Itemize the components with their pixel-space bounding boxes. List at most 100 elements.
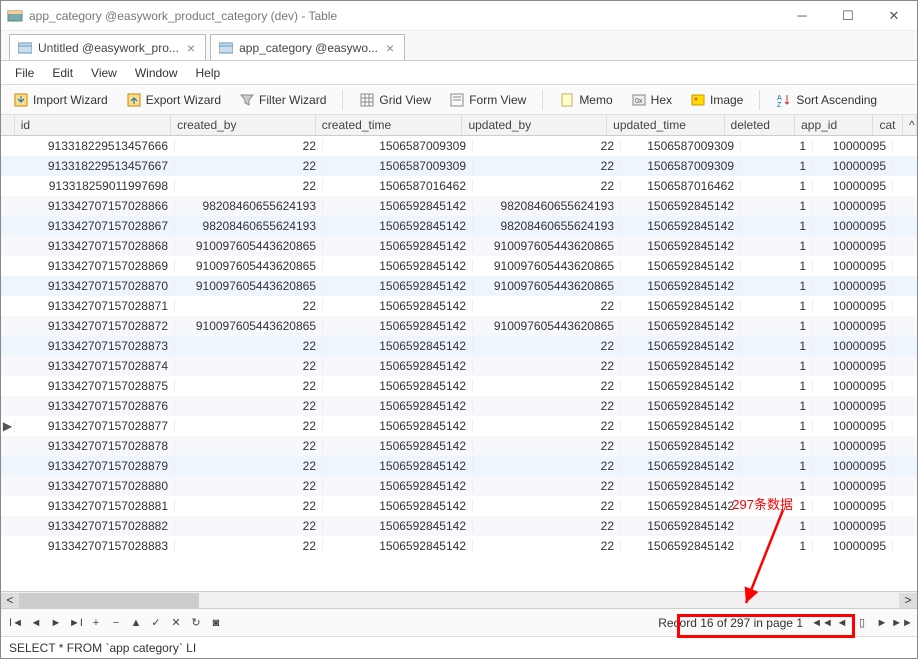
cell-ub[interactable]: 22 bbox=[473, 439, 621, 453]
cell-ub[interactable]: 22 bbox=[473, 499, 621, 513]
table-row[interactable]: 9133427071570288792215065928451422215065… bbox=[1, 456, 917, 476]
cell-del[interactable]: 1 bbox=[741, 179, 813, 193]
cell-ct[interactable]: 1506592845142 bbox=[323, 199, 473, 213]
cell-del[interactable]: 1 bbox=[741, 539, 813, 553]
cell-ub[interactable]: 22 bbox=[473, 459, 621, 473]
cell-cb[interactable]: 910097605443620865 bbox=[175, 279, 323, 293]
cell-del[interactable]: 1 bbox=[741, 139, 813, 153]
cell-ct[interactable]: 1506592845142 bbox=[323, 499, 473, 513]
cell-del[interactable]: 1 bbox=[741, 379, 813, 393]
cell-ct[interactable]: 1506592845142 bbox=[323, 459, 473, 473]
menu-help[interactable]: Help bbox=[188, 64, 229, 82]
cell-del[interactable]: 1 bbox=[741, 459, 813, 473]
cell-id[interactable]: 913342707157028880 bbox=[15, 479, 175, 493]
menu-edit[interactable]: Edit bbox=[44, 64, 81, 82]
cell-id[interactable]: 913342707157028881 bbox=[15, 499, 175, 513]
form-view-button[interactable]: Form View bbox=[443, 89, 532, 111]
cell-cb[interactable]: 22 bbox=[175, 159, 323, 173]
cell-cb[interactable]: 22 bbox=[175, 519, 323, 533]
cell-id[interactable]: 913342707157028870 bbox=[15, 279, 175, 293]
cell-app[interactable]: 10000095 bbox=[813, 439, 893, 453]
table-row[interactable]: 9133182590119976982215065870164622215065… bbox=[1, 176, 917, 196]
cell-ub[interactable]: 22 bbox=[473, 339, 621, 353]
table-row[interactable]: ▶913342707157028877221506592845142221506… bbox=[1, 416, 917, 436]
cell-cb[interactable]: 98208460655624193 bbox=[175, 199, 323, 213]
cell-ut[interactable]: 1506592845142 bbox=[621, 299, 741, 313]
cell-cb[interactable]: 22 bbox=[175, 179, 323, 193]
cell-cb[interactable]: 22 bbox=[175, 399, 323, 413]
cell-id[interactable]: 913342707157028877 bbox=[15, 419, 175, 433]
col-id[interactable]: id bbox=[15, 115, 171, 135]
cell-cb[interactable]: 22 bbox=[175, 419, 323, 433]
cell-ub[interactable]: 22 bbox=[473, 399, 621, 413]
cell-ub[interactable]: 98208460655624193 bbox=[473, 219, 621, 233]
col-updated-by[interactable]: updated_by bbox=[462, 115, 607, 135]
cell-cb[interactable]: 22 bbox=[175, 299, 323, 313]
cell-ut[interactable]: 1506592845142 bbox=[621, 219, 741, 233]
cell-ct[interactable]: 1506587009309 bbox=[323, 139, 473, 153]
scroll-right-icon[interactable]: > bbox=[899, 593, 917, 608]
table-row[interactable]: 9133427071570288732215065928451422215065… bbox=[1, 336, 917, 356]
table-row[interactable]: 9133427071570288782215065928451422215065… bbox=[1, 436, 917, 456]
close-icon[interactable]: × bbox=[185, 40, 197, 56]
cell-app[interactable]: 10000095 bbox=[813, 459, 893, 473]
cell-del[interactable]: 1 bbox=[741, 399, 813, 413]
scroll-left-icon[interactable]: < bbox=[1, 593, 19, 608]
cell-cb[interactable]: 22 bbox=[175, 539, 323, 553]
cell-app[interactable]: 10000095 bbox=[813, 359, 893, 373]
cell-ub[interactable]: 22 bbox=[473, 539, 621, 553]
table-row[interactable]: 9133427071570288729100976054436208651506… bbox=[1, 316, 917, 336]
cell-app[interactable]: 10000095 bbox=[813, 159, 893, 173]
cell-cb[interactable]: 22 bbox=[175, 339, 323, 353]
cell-ct[interactable]: 1506592845142 bbox=[323, 439, 473, 453]
nav-refresh-icon[interactable]: ↻ bbox=[187, 614, 205, 632]
cell-id[interactable]: 913318229513457666 bbox=[15, 139, 175, 153]
cell-app[interactable]: 10000095 bbox=[813, 239, 893, 253]
cell-cb[interactable]: 910097605443620865 bbox=[175, 319, 323, 333]
cell-cb[interactable]: 22 bbox=[175, 439, 323, 453]
cell-cb[interactable]: 98208460655624193 bbox=[175, 219, 323, 233]
tab-app-category[interactable]: app_category @easywo... × bbox=[210, 34, 405, 60]
cell-ut[interactable]: 1506592845142 bbox=[621, 459, 741, 473]
cell-del[interactable]: 1 bbox=[741, 219, 813, 233]
filter-wizard-button[interactable]: Filter Wizard bbox=[233, 89, 332, 111]
table-row[interactable]: 9133427071570288699100976054436208651506… bbox=[1, 256, 917, 276]
page-last-icon[interactable]: ►► bbox=[893, 614, 911, 632]
image-button[interactable]: Image bbox=[684, 89, 749, 111]
cell-id[interactable]: 913342707157028878 bbox=[15, 439, 175, 453]
col-updated-time[interactable]: updated_time bbox=[607, 115, 724, 135]
nav-edit-icon[interactable]: ▲ bbox=[127, 614, 145, 632]
export-wizard-button[interactable]: Export Wizard bbox=[120, 89, 227, 111]
table-row[interactable]: 9133427071570288709100976054436208651506… bbox=[1, 276, 917, 296]
cell-cb[interactable]: 22 bbox=[175, 139, 323, 153]
cell-ub[interactable]: 22 bbox=[473, 519, 621, 533]
cell-id[interactable]: 913342707157028871 bbox=[15, 299, 175, 313]
cell-app[interactable]: 10000095 bbox=[813, 419, 893, 433]
cell-ut[interactable]: 1506592845142 bbox=[621, 519, 741, 533]
page-input[interactable]: ▯ bbox=[853, 614, 871, 632]
cell-app[interactable]: 10000095 bbox=[813, 379, 893, 393]
cell-id[interactable]: 913342707157028869 bbox=[15, 259, 175, 273]
table-row[interactable]: 9133427071570288752215065928451422215065… bbox=[1, 376, 917, 396]
cell-ub[interactable]: 910097605443620865 bbox=[473, 239, 621, 253]
cell-ct[interactable]: 1506592845142 bbox=[323, 219, 473, 233]
close-icon[interactable]: × bbox=[384, 40, 396, 56]
grid-view-button[interactable]: Grid View bbox=[353, 89, 437, 111]
cell-app[interactable]: 10000095 bbox=[813, 299, 893, 313]
table-row[interactable]: 9133427071570288822215065928451422215065… bbox=[1, 516, 917, 536]
cell-ub[interactable]: 22 bbox=[473, 359, 621, 373]
cell-id[interactable]: 913342707157028866 bbox=[15, 199, 175, 213]
cell-app[interactable]: 10000095 bbox=[813, 279, 893, 293]
cell-app[interactable]: 10000095 bbox=[813, 319, 893, 333]
cell-ut[interactable]: 1506592845142 bbox=[621, 439, 741, 453]
cell-ub[interactable]: 910097605443620865 bbox=[473, 259, 621, 273]
scroll-thumb[interactable] bbox=[19, 593, 199, 608]
cell-id[interactable]: 913342707157028868 bbox=[15, 239, 175, 253]
cell-ct[interactable]: 1506592845142 bbox=[323, 339, 473, 353]
cell-ub[interactable]: 22 bbox=[473, 299, 621, 313]
cell-ct[interactable]: 1506592845142 bbox=[323, 239, 473, 253]
cell-ut[interactable]: 1506592845142 bbox=[621, 399, 741, 413]
cell-ut[interactable]: 1506592845142 bbox=[621, 199, 741, 213]
cell-del[interactable]: 1 bbox=[741, 159, 813, 173]
cell-del[interactable]: 1 bbox=[741, 359, 813, 373]
